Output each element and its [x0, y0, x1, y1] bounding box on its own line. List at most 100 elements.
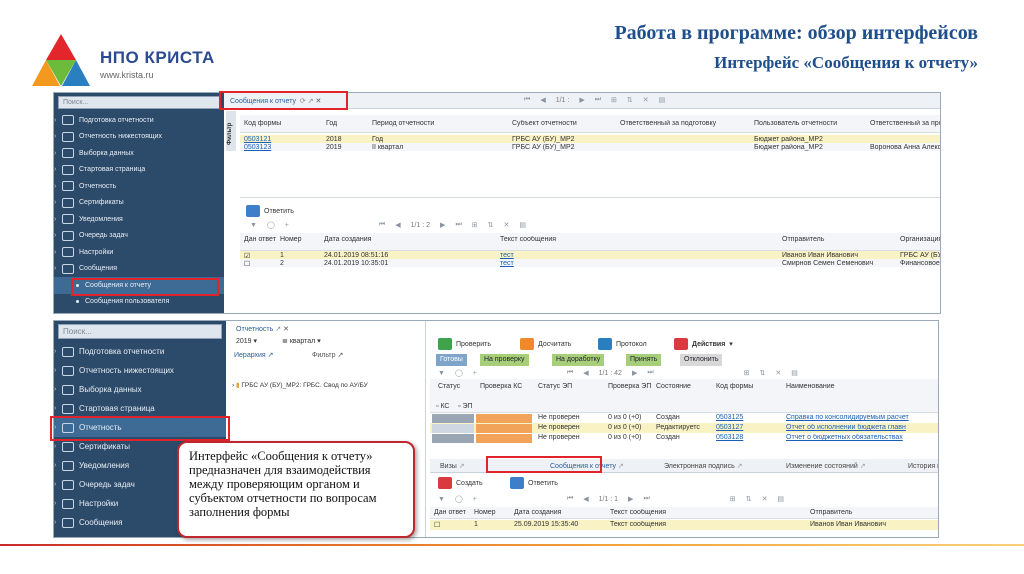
- recalc-button[interactable]: Досчитать: [520, 338, 571, 350]
- table-row[interactable]: ☐ 1 25.09.2019 15:35:40 Текст сообщения Иван…: [430, 520, 938, 530]
- prev-page-icon[interactable]: ◀: [583, 495, 588, 503]
- sidebar-item[interactable]: › Выборка данных: [54, 380, 226, 399]
- expand-icon[interactable]: ↗: [457, 463, 465, 470]
- sub-header-checkbox[interactable]: ▫ ЭП: [458, 403, 473, 410]
- top-reply-button[interactable]: Ответить: [246, 205, 294, 217]
- expand-icon[interactable]: ↗: [735, 463, 743, 470]
- grid-icon[interactable]: ⊞: [730, 495, 736, 503]
- column-header[interactable]: Организация отправит: [900, 236, 940, 244]
- export-icon[interactable]: ▤: [777, 495, 784, 503]
- last-page-icon[interactable]: ⏭: [595, 96, 601, 104]
- add-icon[interactable]: +: [473, 496, 477, 503]
- link-cell[interactable]: Отчет о бюджетных обязательствах: [786, 434, 932, 441]
- actions-button[interactable]: Действия ▾: [674, 338, 733, 350]
- link-cell[interactable]: Справка по консолидируемым расчет: [786, 414, 932, 421]
- table-row[interactable]: ☑ 1 24.01.2019 08:51:16 тест Иванов Иван Ива…: [240, 251, 940, 260]
- column-header[interactable]: Субъект отчетности: [512, 120, 616, 128]
- columns-icon[interactable]: ⇅: [746, 495, 752, 503]
- table-row[interactable]: 0503123 2019 II квартал ГРБС АУ (БУ)_МР2 Бюд…: [240, 143, 940, 151]
- top-search-input[interactable]: Поиск...: [58, 96, 220, 109]
- sidebar-item[interactable]: › Настройки: [54, 244, 224, 261]
- sidebar-item[interactable]: › Уведомления: [54, 211, 224, 228]
- tab-filter[interactable]: Фильтр ↗: [312, 351, 343, 359]
- column-header[interactable]: Наименование: [786, 383, 922, 391]
- column-header[interactable]: Проверка ЭП: [608, 383, 652, 391]
- column-header[interactable]: Ответственный за подготовку: [620, 120, 750, 128]
- clear-icon[interactable]: ✕: [762, 495, 768, 503]
- tab-hierarchy[interactable]: Иерархия ↗: [234, 351, 274, 359]
- column-header[interactable]: Код формы: [244, 120, 322, 128]
- column-header[interactable]: Статус: [438, 383, 476, 391]
- column-header[interactable]: Дата создания: [324, 236, 496, 244]
- status-tab[interactable]: Принять: [626, 354, 662, 366]
- protocol-button[interactable]: Протокол: [598, 338, 647, 350]
- link-cell[interactable]: тест: [500, 260, 778, 267]
- comment-icon[interactable]: ◯: [267, 221, 275, 229]
- next-page-icon[interactable]: ▶: [579, 96, 584, 104]
- last-page-icon[interactable]: ⏭: [455, 221, 461, 229]
- bottom-reply-button[interactable]: Ответить: [510, 477, 558, 489]
- column-header[interactable]: Период отчетности: [372, 120, 508, 128]
- prev-page-icon[interactable]: ◀: [395, 221, 400, 229]
- sidebar-item[interactable]: › Отчетность: [54, 178, 224, 195]
- first-page-icon[interactable]: ⏮: [567, 495, 573, 503]
- export-icon[interactable]: ▤: [659, 96, 666, 104]
- column-header[interactable]: Статус ЭП: [538, 383, 604, 391]
- year-select[interactable]: 2019 ▾: [236, 337, 257, 345]
- column-header[interactable]: Проверка КС: [480, 383, 534, 391]
- clear-icon[interactable]: ✕: [643, 96, 649, 104]
- link-cell[interactable]: 0503121: [244, 136, 322, 143]
- column-header[interactable]: Дан ответ: [434, 509, 470, 517]
- sidebar-item[interactable]: › Очередь задач: [54, 228, 224, 245]
- export-icon[interactable]: ▤: [791, 369, 798, 377]
- grid-icon[interactable]: ⊞: [611, 96, 617, 104]
- last-page-icon[interactable]: ⏭: [643, 495, 649, 503]
- sub-tab[interactable]: Визы ↗: [440, 462, 465, 470]
- columns-icon[interactable]: ⇅: [488, 221, 494, 229]
- clear-icon[interactable]: ✕: [775, 369, 781, 377]
- column-header[interactable]: Номер: [474, 509, 510, 517]
- tab-reporting[interactable]: Отчетность ↗ ✕: [236, 325, 289, 333]
- column-header[interactable]: Номер: [280, 236, 320, 244]
- column-header[interactable]: Дата создания: [514, 509, 606, 517]
- filter-icon[interactable]: ▼: [438, 370, 445, 377]
- next-page-icon[interactable]: ▶: [440, 221, 445, 229]
- column-header[interactable]: Отправитель: [782, 236, 896, 244]
- columns-icon[interactable]: ⇅: [760, 369, 766, 377]
- sidebar-item[interactable]: › Отчетность нижестоящих: [54, 129, 224, 146]
- filter-icon[interactable]: ▼: [438, 496, 445, 503]
- grid-icon[interactable]: ⊞: [472, 221, 478, 229]
- filter-icon[interactable]: ▼: [250, 222, 257, 229]
- status-tab[interactable]: На проверку: [480, 354, 529, 366]
- column-header[interactable]: Текст сообщения: [610, 509, 806, 517]
- column-header[interactable]: Код формы: [716, 383, 782, 391]
- sidebar-item[interactable]: › Сертификаты: [54, 195, 224, 212]
- period-select[interactable]: ≣ квартал ▾: [282, 337, 321, 345]
- status-tab[interactable]: Готовы: [436, 354, 467, 366]
- status-tab[interactable]: Отклонить: [680, 354, 723, 366]
- column-header[interactable]: Отправитель: [810, 509, 938, 517]
- sub-header-checkbox[interactable]: ▫ КС: [436, 403, 450, 410]
- filter-vertical-tab[interactable]: Фильтр: [226, 111, 236, 151]
- column-header[interactable]: Состояние: [656, 383, 712, 391]
- grid-icon[interactable]: ⊞: [744, 369, 750, 377]
- sidebar-item[interactable]: › Подготовка отчетности: [54, 342, 226, 361]
- sidebar-item[interactable]: › Стартовая страница: [54, 162, 224, 179]
- link-cell[interactable]: 0503123: [244, 144, 322, 151]
- status-tab[interactable]: На доработку: [552, 354, 605, 366]
- column-header[interactable]: Год: [326, 120, 368, 128]
- next-page-icon[interactable]: ▶: [632, 369, 637, 377]
- columns-icon[interactable]: ⇅: [627, 96, 633, 104]
- table-row[interactable]: 0503121 2018 Год ГРБС АУ (БУ)_МР2 Бюджет рай…: [240, 135, 940, 143]
- export-icon[interactable]: ▤: [519, 221, 526, 229]
- link-cell[interactable]: 0503127: [716, 424, 782, 431]
- expand-icon[interactable]: ↗: [275, 326, 281, 333]
- column-header[interactable]: Дан ответ: [244, 236, 276, 244]
- first-page-icon[interactable]: ⏮: [524, 96, 530, 104]
- expand-icon[interactable]: ↗: [858, 463, 866, 470]
- sub-tab[interactable]: Изменение состояний ↗: [786, 462, 866, 470]
- comment-icon[interactable]: ◯: [455, 495, 463, 503]
- clear-icon[interactable]: ✕: [504, 221, 510, 229]
- link-cell[interactable]: 0503125: [716, 414, 782, 421]
- sidebar-item[interactable]: › Подготовка отчетности: [54, 112, 224, 129]
